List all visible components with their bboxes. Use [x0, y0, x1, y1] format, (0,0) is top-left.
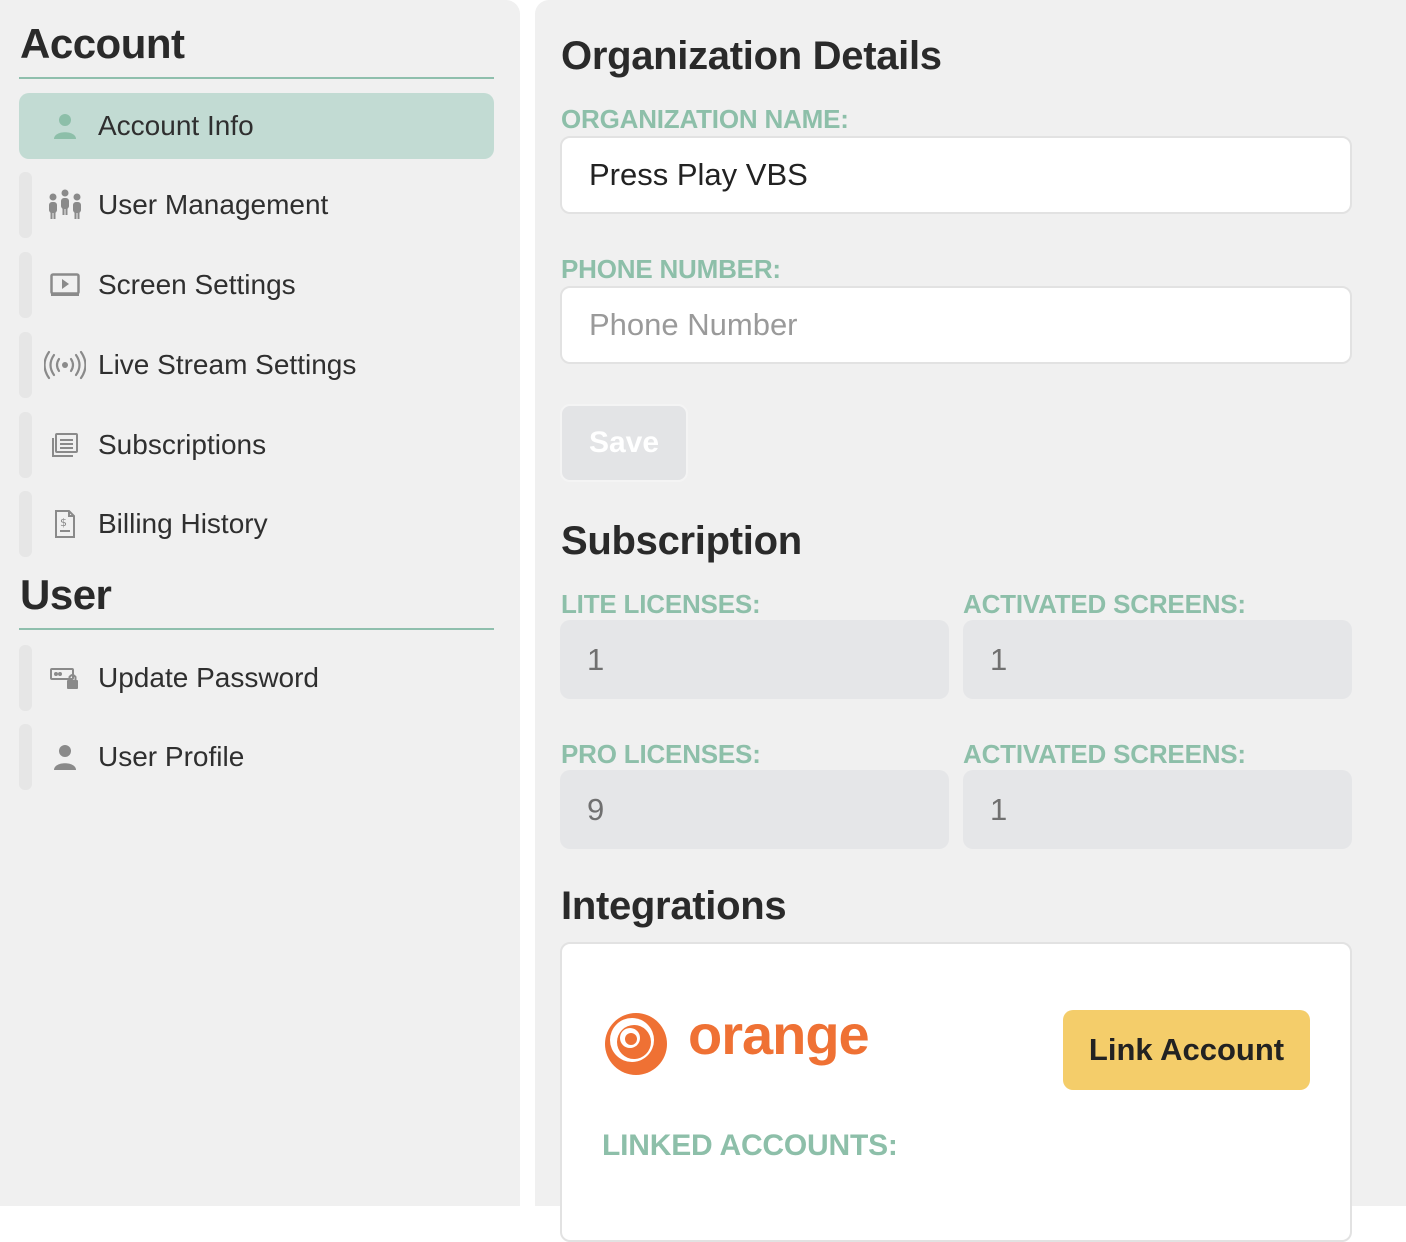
sidebar-item-billing-history[interactable]: $ Billing History	[19, 491, 494, 557]
password-lock-icon	[43, 662, 87, 694]
sidebar-item-label: Account Info	[98, 110, 254, 141]
sidebar-item-label: User Profile	[98, 741, 245, 772]
lite-licenses-label: LITE LICENSES:	[561, 589, 761, 619]
sidebar-item-user-management[interactable]: User Management	[19, 172, 494, 238]
pro-activated-screens-value: 1	[990, 791, 1008, 827]
user-section-divider	[19, 628, 494, 630]
sidebar-item-label: Update Password	[98, 662, 320, 693]
phone-number-label: PHONE NUMBER:	[561, 254, 781, 284]
integrations-heading: Integrations	[561, 884, 787, 928]
orange-logo-icon	[602, 1010, 670, 1083]
sidebar-item-account-info[interactable]: Account Info	[19, 93, 494, 159]
pro-activated-screens-field: 1	[963, 770, 1352, 849]
account-section-heading: Account	[20, 20, 185, 67]
sidebar-item-label: Subscriptions	[98, 429, 267, 460]
users-group-icon	[43, 189, 87, 221]
subscription-heading: Subscription	[561, 519, 802, 563]
subscriptions-list-icon	[43, 429, 87, 461]
billing-document-icon: $	[43, 508, 87, 540]
user-section-heading: User	[20, 571, 112, 618]
pro-licenses-label: PRO LICENSES:	[561, 739, 761, 769]
integration-brand-name: orange	[688, 1003, 870, 1066]
lite-activated-screens-field: 1	[963, 620, 1352, 699]
lite-activated-screens-value: 1	[990, 641, 1008, 677]
save-button[interactable]: Save	[560, 404, 688, 482]
screen-play-icon	[43, 269, 87, 301]
organization-details-heading: Organization Details	[561, 34, 942, 78]
sidebar-item-label: Live Stream Settings	[98, 349, 357, 380]
sidebar-item-label: User Management	[98, 189, 329, 220]
phone-number-input[interactable]	[560, 286, 1352, 364]
main-panel: Organization Details ORGANIZATION NAME: …	[535, 0, 1406, 1242]
link-account-button[interactable]: Link Account	[1063, 1010, 1310, 1090]
organization-name-label: ORGANIZATION NAME:	[561, 104, 849, 134]
sidebar-item-subscriptions[interactable]: Subscriptions	[19, 412, 494, 478]
integration-card: orange Link Account LINKED ACCOUNTS:	[560, 942, 1352, 1242]
person-icon	[43, 110, 87, 142]
account-section-divider	[19, 77, 494, 79]
linked-accounts-label: LINKED ACCOUNTS:	[602, 1129, 898, 1162]
sidebar-item-screen-settings[interactable]: Screen Settings	[19, 252, 494, 318]
svg-text:$: $	[60, 516, 67, 529]
lite-licenses-value: 1	[587, 641, 605, 677]
sidebar: Account Account Info User Management Scr…	[0, 0, 520, 1206]
pro-licenses-field: 9	[560, 770, 949, 849]
pro-licenses-value: 9	[587, 791, 605, 827]
lite-licenses-field: 1	[560, 620, 949, 699]
organization-name-input[interactable]	[560, 136, 1352, 214]
person-icon	[43, 741, 87, 773]
lite-activated-screens-label: ACTIVATED SCREENS:	[963, 589, 1246, 619]
pro-activated-screens-label: ACTIVATED SCREENS:	[963, 739, 1246, 769]
sidebar-item-label: Screen Settings	[98, 269, 296, 300]
sidebar-item-label: Billing History	[98, 508, 268, 539]
sidebar-item-live-stream-settings[interactable]: Live Stream Settings	[19, 332, 494, 398]
sidebar-item-update-password[interactable]: Update Password	[19, 645, 494, 711]
sidebar-item-user-profile[interactable]: User Profile	[19, 724, 494, 790]
broadcast-icon	[43, 349, 87, 381]
